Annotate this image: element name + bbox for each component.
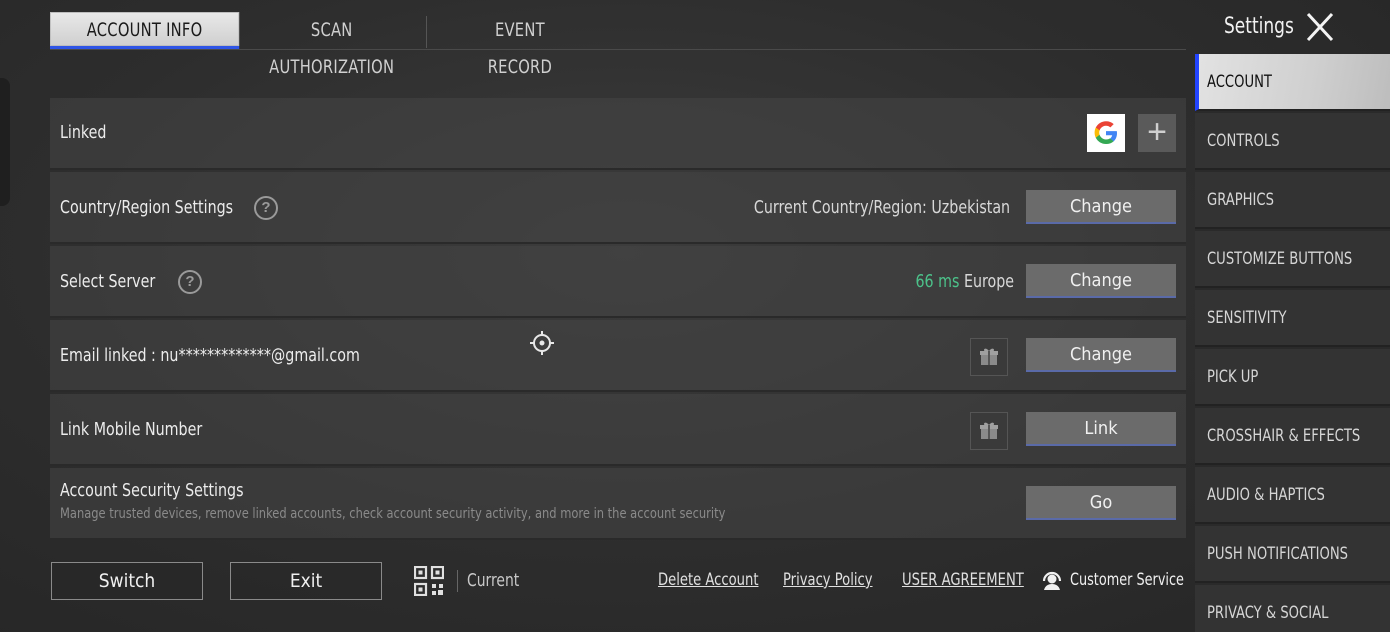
- tab-account-info[interactable]: ACCOUNT INFO: [50, 12, 240, 49]
- sidebar-item-push-notifications[interactable]: PUSH NOTIFICATIONS: [1195, 526, 1390, 583]
- edge-handle[interactable]: [0, 78, 10, 206]
- current-label: Current: [467, 570, 520, 591]
- settings-sidebar: ACCOUNT CONTROLS GRAPHICS CUSTOMIZE BUTT…: [1195, 54, 1390, 632]
- close-button[interactable]: [1300, 8, 1340, 46]
- delete-account-link[interactable]: Delete Account: [658, 570, 758, 590]
- country-region-label: Country/Region Settings: [60, 197, 234, 218]
- email-label: Email linked : nu*************@gmail.com: [60, 345, 360, 366]
- linked-label: Linked: [60, 122, 107, 143]
- sidebar-item-label: CONTROLS: [1207, 131, 1280, 151]
- current-country-text: Current Country/Region: Uzbekistan: [753, 197, 1010, 218]
- country-region-row: Country/Region Settings ? Current Countr…: [50, 172, 1186, 244]
- change-email-button[interactable]: Change: [1026, 338, 1176, 372]
- sidebar-item-label: AUDIO & HAPTICS: [1207, 485, 1325, 505]
- email-row: Email linked : nu*************@gmail.com…: [50, 320, 1186, 392]
- tab-bar: ACCOUNT INFO SCAN AUTHORIZATION EVENT RE…: [50, 12, 1186, 78]
- sidebar-item-graphics[interactable]: GRAPHICS: [1195, 172, 1390, 229]
- qr-separator: [457, 570, 458, 592]
- switch-button[interactable]: Switch: [51, 562, 203, 600]
- link-mobile-button[interactable]: Link: [1026, 412, 1176, 446]
- sidebar-item-crosshair-effects[interactable]: CROSSHAIR & EFFECTS: [1195, 408, 1390, 465]
- gift-icon: [980, 422, 998, 439]
- sidebar-item-label: PICK UP: [1207, 367, 1259, 387]
- privacy-policy-link[interactable]: Privacy Policy: [783, 570, 873, 590]
- tab-scan-authorization[interactable]: SCAN AUTHORIZATION: [250, 12, 413, 78]
- tab-event-record[interactable]: EVENT RECORD: [464, 12, 576, 78]
- customer-service-label: Customer Service: [1070, 570, 1184, 590]
- sidebar-item-account[interactable]: ACCOUNT: [1195, 54, 1390, 111]
- settings-title: Settings: [1224, 14, 1294, 39]
- sidebar-item-pick-up[interactable]: PICK UP: [1195, 349, 1390, 406]
- sidebar-item-audio-haptics[interactable]: AUDIO & HAPTICS: [1195, 467, 1390, 524]
- linked-row: Linked +: [50, 98, 1186, 170]
- sidebar-item-label: PRIVACY & SOCIAL: [1207, 603, 1329, 623]
- sidebar-item-label: CROSSHAIR & EFFECTS: [1207, 426, 1361, 446]
- account-security-label: Account Security Settings: [60, 480, 244, 501]
- sidebar-item-label: GRAPHICS: [1207, 190, 1274, 210]
- sidebar-item-label: ACCOUNT: [1207, 72, 1272, 92]
- plus-icon: +: [1147, 113, 1167, 151]
- gift-icon: [980, 348, 998, 365]
- crosshair-icon: [530, 331, 554, 355]
- gift-button[interactable]: [970, 412, 1008, 450]
- gift-button[interactable]: [970, 338, 1008, 376]
- help-icon[interactable]: ?: [178, 270, 202, 294]
- qr-code-icon[interactable]: [414, 566, 444, 596]
- go-button[interactable]: Go: [1026, 486, 1176, 520]
- google-icon: [1094, 121, 1117, 144]
- account-security-row: Account Security Settings Manage trusted…: [50, 468, 1186, 540]
- help-icon[interactable]: ?: [254, 196, 278, 220]
- mobile-row: Link Mobile Number Link: [50, 394, 1186, 466]
- sidebar-item-customize-buttons[interactable]: CUSTOMIZE BUTTONS: [1195, 231, 1390, 288]
- server-region: Europe: [963, 271, 1014, 292]
- change-server-button[interactable]: Change: [1026, 264, 1176, 298]
- sidebar-item-label: CUSTOMIZE BUTTONS: [1207, 249, 1353, 269]
- sidebar-item-controls[interactable]: CONTROLS: [1195, 113, 1390, 170]
- add-link-button[interactable]: +: [1138, 114, 1176, 152]
- select-server-row: Select Server ? 66 ms Europe Change: [50, 246, 1186, 318]
- account-security-description: Manage trusted devices, remove linked ac…: [60, 506, 726, 522]
- google-link-button[interactable]: [1087, 114, 1125, 152]
- change-country-button[interactable]: Change: [1026, 190, 1176, 224]
- server-status: 66 ms Europe: [915, 271, 1014, 292]
- sidebar-item-privacy-social[interactable]: PRIVACY & SOCIAL: [1195, 585, 1390, 632]
- sidebar-item-sensitivity[interactable]: SENSITIVITY: [1195, 290, 1390, 347]
- close-icon: [1306, 12, 1334, 42]
- tab-separator: [426, 16, 427, 48]
- headset-icon: [1042, 571, 1062, 590]
- mobile-label: Link Mobile Number: [60, 419, 203, 440]
- sidebar-item-label: SENSITIVITY: [1207, 308, 1287, 328]
- select-server-label: Select Server: [60, 271, 156, 292]
- user-agreement-link[interactable]: USER AGREEMENT: [902, 570, 1024, 590]
- sidebar-item-label: PUSH NOTIFICATIONS: [1207, 544, 1349, 564]
- exit-button[interactable]: Exit: [230, 562, 382, 600]
- ping-value: 66 ms: [915, 271, 960, 292]
